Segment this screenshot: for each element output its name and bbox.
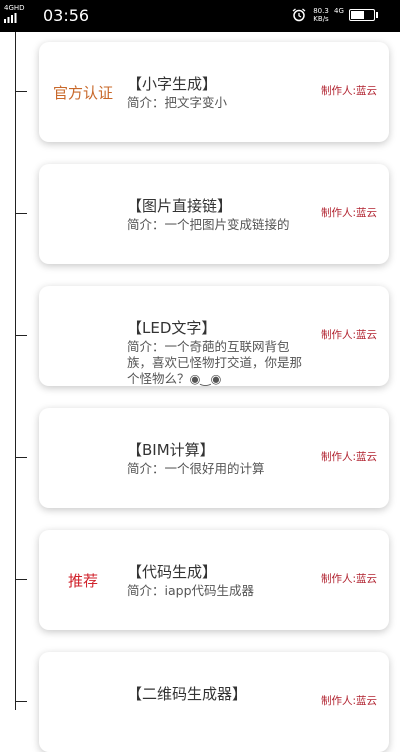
battery-tip	[376, 12, 378, 18]
card-author: 制作人:蓝云	[321, 85, 378, 97]
battery-level: 55	[356, 10, 368, 19]
card-title: 【LED文字】	[127, 319, 217, 337]
battery-icon: 55	[349, 9, 375, 21]
card-title: 【BIM计算】	[127, 441, 215, 459]
recommend-badge: 推荐	[67, 572, 98, 590]
timeline-tick	[15, 335, 27, 336]
timeline-tick	[15, 91, 27, 92]
card-title: 【代码生成】	[127, 563, 218, 581]
card-description: 简介：把文字变小	[127, 95, 228, 110]
tool-card-led-text[interactable]: 【LED文字】 简介：一个奇葩的互联网背包族，喜欢已怪物打交道，你是那个怪物么？…	[39, 286, 389, 386]
card-author: 制作人:蓝云	[321, 573, 378, 585]
network-type-right: 4G	[334, 7, 344, 15]
timeline-tick	[15, 213, 27, 214]
clock: 03:56	[43, 6, 90, 25]
tool-card-image-link[interactable]: 【图片直接链】 简介：一个把图片变成链接的 制作人:蓝云	[39, 164, 389, 264]
card-title: 【二维码生成器】	[127, 685, 248, 703]
card-description: 简介：一个奇葩的互联网背包族，喜欢已怪物打交道，你是那个怪物么？◉‿◉	[127, 339, 303, 386]
card-description: 简介：一个把图片变成链接的	[127, 217, 290, 232]
network-speed: 80.3 KB/s	[312, 7, 330, 23]
card-author: 制作人:蓝云	[321, 451, 378, 463]
speed-unit: KB/s	[313, 15, 329, 23]
card-author: 制作人:蓝云	[321, 207, 378, 219]
tool-card-qr-gen[interactable]: 【二维码生成器】 制作人:蓝云	[39, 652, 389, 752]
tool-card-code-gen[interactable]: 推荐 【代码生成】 简介：iapp代码生成器 制作人:蓝云	[39, 530, 389, 630]
card-title: 【小字生成】	[127, 75, 218, 93]
alarm-icon	[292, 8, 306, 22]
timeline-tick	[15, 701, 27, 702]
timeline-line	[15, 32, 16, 710]
network-type-label: 4GHD	[4, 4, 25, 12]
timeline-tick	[15, 579, 27, 580]
speed-value: 80.3	[313, 7, 329, 15]
card-title: 【图片直接链】	[127, 197, 233, 215]
timeline-tick	[15, 457, 27, 458]
card-description: 简介：iapp代码生成器	[127, 583, 255, 598]
card-description: 简介：一个很好用的计算	[127, 461, 265, 476]
signal-icon	[4, 13, 17, 23]
official-badge: 官方认证	[52, 84, 113, 102]
tool-card-bim-calc[interactable]: 【BIM计算】 简介：一个很好用的计算 制作人:蓝云	[39, 408, 389, 508]
card-author: 制作人:蓝云	[321, 329, 378, 341]
status-bar: 4GHD 03:56 80.3 KB/s 4G 55	[0, 0, 400, 32]
card-author: 制作人:蓝云	[321, 695, 378, 707]
tool-card-small-text[interactable]: 官方认证 【小字生成】 简介：把文字变小 制作人:蓝云	[39, 42, 389, 142]
